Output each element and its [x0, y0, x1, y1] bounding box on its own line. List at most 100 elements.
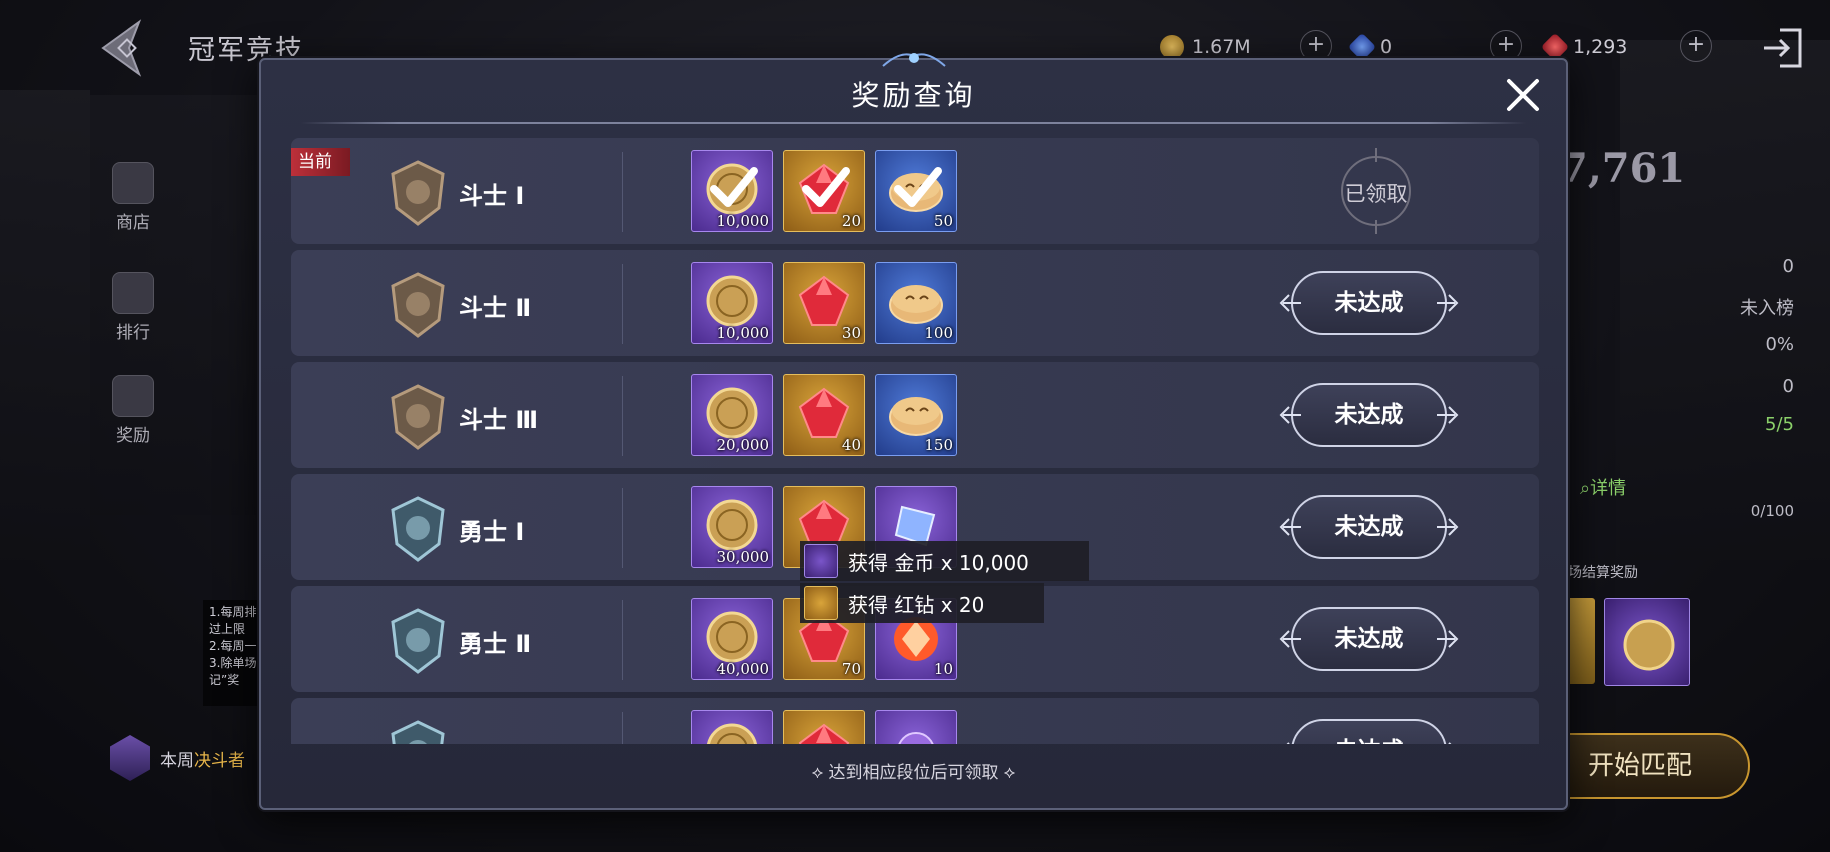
tooltip-text: 获得 金币 x 10,000 — [848, 550, 1029, 575]
reward-list[interactable]: 当前 斗士 Ⅰ 10,000 20 50 已领取 斗士 Ⅱ 10,000 30 100 未达成 斗士 … — [291, 138, 1539, 744]
sidebar-item-label: 排行 — [116, 323, 150, 343]
ornament-crest-icon — [882, 53, 946, 67]
reward-item[interactable]: 30 — [783, 262, 865, 344]
not-reached-button[interactable]: 未达成 — [1279, 495, 1459, 559]
sidebar-item-ranking[interactable]: 排行 — [98, 272, 168, 343]
reward-item[interactable]: 100 — [875, 262, 957, 344]
not-reached-button[interactable]: 未达成 — [1286, 719, 1452, 744]
red-gem-amount: 1,293 — [1573, 36, 1628, 58]
back-arrow-icon — [101, 19, 142, 77]
not-reached-label: 未达成 — [1335, 738, 1404, 744]
tooltip-text: 获得 红钻 x 20 — [848, 592, 985, 617]
progress-text: 0/100 — [1750, 502, 1794, 520]
item-quantity: 100 — [924, 324, 953, 342]
row-divider — [622, 600, 623, 680]
rank-name: 勇士 Ⅱ — [459, 630, 532, 658]
title-divider — [301, 122, 1526, 124]
not-reached-label: 未达成 — [1334, 402, 1404, 428]
item-quantity: 20 — [841, 212, 861, 230]
item-quantity: 50 — [933, 212, 953, 230]
fighter-rank-badge-icon — [389, 384, 447, 450]
blue-gem-amount: 0 — [1380, 36, 1393, 58]
item-quantity: 20,000 — [716, 436, 770, 454]
stat-value-4: 0 — [1782, 376, 1794, 397]
item-quantity: 30,000 — [716, 548, 770, 566]
shop-bag-icon — [112, 162, 154, 204]
reward-item[interactable]: 40 — [783, 374, 865, 456]
gold-amount: 1.67M — [1192, 36, 1251, 58]
reward-item[interactable]: 30,000 — [691, 486, 773, 568]
rank-name: 勇士 Ⅰ — [459, 518, 525, 546]
not-reached-label: 未达成 — [1334, 626, 1404, 652]
reward-item[interactable]: 40,000 — [691, 598, 773, 680]
warrior-rank-badge-icon — [389, 496, 447, 562]
current-rank-tag: 当前 — [291, 148, 350, 176]
sidebar-item-rewards[interactable]: 奖励 — [98, 375, 168, 446]
settlement-label: 场结算奖励 — [1568, 565, 1638, 581]
reward-item[interactable]: 10,000 — [691, 262, 773, 344]
dialog-title: 奖励查询 — [851, 79, 976, 112]
item-quantity: 40 — [841, 436, 861, 454]
red-gem-icon — [804, 586, 838, 620]
sidebar-item-label: 奖励 — [116, 426, 150, 446]
rank-name: 斗士 Ⅰ — [459, 182, 525, 210]
settlement-reward-coin — [1604, 598, 1690, 686]
footer-text: 达到相应段位后可领取 — [828, 763, 999, 783]
warrior-rank-badge-icon — [389, 720, 447, 744]
add-red-gem-button[interactable]: + — [1680, 30, 1712, 62]
not-reached-button[interactable]: 未达成 — [1279, 383, 1459, 447]
reward-item[interactable]: 150 — [875, 374, 957, 456]
fighter-rank-badge-icon — [389, 160, 447, 226]
not-reached-label: 未达成 — [1334, 514, 1404, 540]
not-reached-button[interactable]: 未达成 — [1279, 607, 1459, 671]
reward-item[interactable]: 20 — [783, 150, 865, 232]
exit-button[interactable] — [1762, 26, 1804, 70]
claimed-status: 已领取 — [1301, 148, 1451, 234]
wing-left-icon — [1286, 742, 1290, 744]
reward-tooltip: 获得 红钻 x 20 — [800, 583, 1045, 623]
details-link[interactable]: ⌕详情 — [1580, 474, 1626, 500]
reward-item[interactable]: 20,000 — [691, 374, 773, 456]
wing-right-icon — [1437, 518, 1459, 536]
season-score: 7,761 — [1560, 145, 1686, 192]
wing-left-icon — [1279, 294, 1301, 312]
dialog-footer: ⟡ 达到相应段位后可领取 ⟡ — [261, 758, 1566, 783]
warrior-rank-badge-icon — [389, 608, 447, 674]
settlement-reward-gold — [1565, 598, 1595, 684]
item-quantity: 10 — [933, 660, 953, 678]
sidebar-item-shop[interactable]: 商店 — [98, 162, 168, 233]
gold-coin-icon — [1160, 35, 1184, 59]
reward-tooltip: 获得 金币 x 10,000 — [800, 541, 1089, 581]
claimed-label: 已领取 — [1344, 182, 1408, 206]
item-quantity: 10,000 — [716, 324, 770, 342]
close-button[interactable] — [1502, 74, 1544, 116]
item-quantity: 10,000 — [716, 212, 770, 230]
not-reached-button[interactable]: 未达成 — [1279, 271, 1459, 335]
reward-item[interactable] — [691, 710, 773, 744]
weekly-duelist-label: 本周 决斗者 — [110, 735, 245, 781]
reward-item[interactable]: 50 — [875, 150, 957, 232]
reward-item[interactable] — [875, 710, 957, 744]
reward-item[interactable] — [783, 710, 865, 744]
reward-item[interactable]: 10,000 — [691, 150, 773, 232]
reward-row: 未达成 — [291, 698, 1539, 744]
wing-right-icon — [1437, 630, 1459, 648]
wing-right-icon — [1437, 294, 1459, 312]
ranking-icon — [112, 272, 154, 314]
back-button[interactable] — [95, 18, 165, 78]
rules-text: 1.每周排 过上限 2.每周一 3.除单场 记”奖 — [203, 600, 261, 706]
exit-door-icon — [1764, 28, 1802, 68]
details-link-label: 详情 — [1590, 478, 1627, 499]
search-icon: ⌕ — [1580, 478, 1591, 499]
gift-icon — [112, 375, 154, 417]
stat-value-1: 0 — [1782, 256, 1794, 277]
blue-gem-icon — [1347, 32, 1377, 62]
close-icon — [1507, 79, 1539, 111]
duelist-badge-icon — [110, 735, 150, 781]
row-divider — [622, 488, 623, 568]
ornament-left-icon: ⟡ — [811, 763, 829, 783]
wing-right-icon — [1448, 742, 1452, 744]
row-divider — [622, 712, 623, 744]
red-gem-icon — [1540, 32, 1570, 62]
item-quantity: 30 — [841, 324, 861, 342]
